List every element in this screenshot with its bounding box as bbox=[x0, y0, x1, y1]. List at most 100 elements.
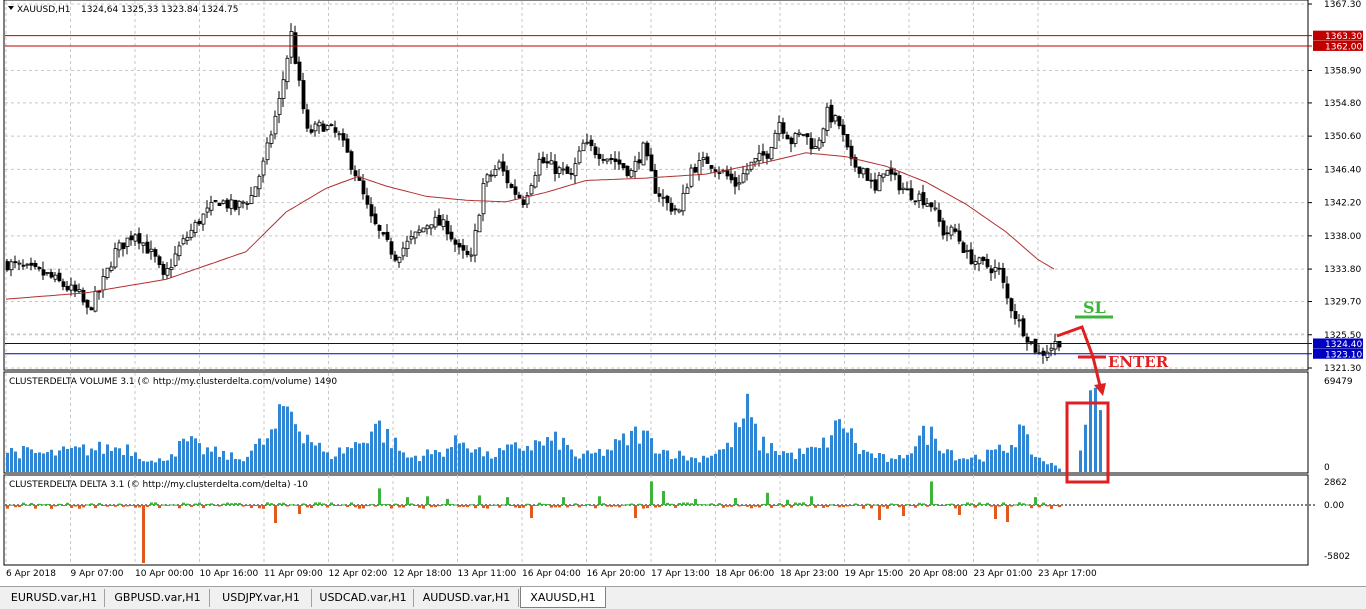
candle-body bbox=[1041, 350, 1046, 356]
delta-bar bbox=[422, 505, 425, 509]
delta-bar bbox=[62, 505, 65, 506]
delta-bar bbox=[870, 505, 873, 509]
volume-bar bbox=[746, 393, 749, 472]
delta-bar bbox=[1022, 503, 1025, 505]
candle-body bbox=[645, 142, 650, 157]
delta-bar bbox=[230, 503, 233, 505]
delta-bar bbox=[1054, 505, 1057, 506]
delta-bar bbox=[498, 505, 501, 508]
candle-body bbox=[205, 207, 210, 213]
volume-bar bbox=[542, 445, 545, 472]
price-tick-label: 1367.30 bbox=[1324, 0, 1361, 10]
delta-bar bbox=[858, 505, 861, 506]
time-tick-label: 16 Apr 20:00 bbox=[587, 569, 646, 579]
delta-bar bbox=[286, 505, 289, 507]
volume-bar bbox=[118, 448, 121, 472]
tab-usdjpy[interactable]: USDJPY.var,H1 bbox=[211, 589, 312, 607]
delta-bar bbox=[954, 505, 957, 509]
candle-body bbox=[825, 106, 830, 131]
tab-xauusd[interactable]: XAUUSD,H1 bbox=[520, 587, 606, 608]
candle-body bbox=[409, 235, 414, 240]
delta-bar bbox=[526, 503, 529, 505]
delta-bar bbox=[606, 505, 609, 507]
tab-eurusd[interactable]: EURUSD.var,H1 bbox=[4, 589, 105, 607]
price-tick-label: 1325.50 bbox=[1324, 331, 1361, 341]
delta-bar bbox=[634, 505, 637, 518]
delta-bar bbox=[786, 499, 789, 505]
delta-bar bbox=[182, 502, 185, 505]
volume-bar bbox=[582, 453, 585, 472]
price-level-label: 1323.10 bbox=[1325, 350, 1362, 360]
volume-bar bbox=[966, 459, 969, 472]
tab-usdcad[interactable]: USDCAD.var,H1 bbox=[313, 589, 414, 607]
volume-bar bbox=[150, 460, 153, 472]
volume-bar bbox=[698, 462, 701, 472]
delta-bar bbox=[350, 502, 353, 505]
volume-bar bbox=[226, 459, 229, 472]
delta-bar bbox=[850, 505, 853, 506]
candle-body bbox=[565, 166, 570, 174]
candle-body bbox=[325, 125, 330, 130]
price-level-label: 1362.00 bbox=[1325, 42, 1362, 52]
price-chart[interactable]: 1363.301362.00 1324.401323.10 1367.30 1358… bbox=[0, 0, 1366, 608]
candle-body bbox=[725, 170, 730, 177]
tab-gbpusd[interactable]: GBPUSD.var,H1 bbox=[106, 589, 210, 607]
delta-bar bbox=[662, 491, 665, 505]
volume-bar bbox=[934, 438, 937, 472]
candle-body bbox=[993, 267, 998, 272]
volume-bar bbox=[110, 450, 113, 472]
volume-bar bbox=[502, 450, 505, 472]
candle-body bbox=[1017, 319, 1022, 322]
candle-body bbox=[613, 158, 618, 162]
delta-bar bbox=[386, 504, 389, 506]
delta-bar bbox=[398, 505, 401, 508]
delta-bar bbox=[258, 505, 261, 509]
candle-body bbox=[113, 248, 118, 268]
candle-body bbox=[753, 157, 758, 163]
candle-body bbox=[797, 132, 802, 135]
candle-body bbox=[709, 165, 714, 169]
delta-bar bbox=[490, 504, 493, 506]
candle-body bbox=[485, 174, 490, 183]
time-tick-label: 18 Apr 06:00 bbox=[716, 569, 775, 579]
candle-body bbox=[229, 199, 234, 209]
candle-body bbox=[57, 272, 62, 282]
candle-body bbox=[501, 161, 506, 172]
candle-body bbox=[921, 192, 926, 206]
delta-bar bbox=[922, 503, 925, 505]
volume-bar bbox=[462, 442, 465, 472]
candle-body bbox=[601, 159, 606, 161]
volume-bar bbox=[54, 455, 57, 472]
candle-body bbox=[893, 172, 898, 176]
candle-body bbox=[649, 154, 654, 172]
delta-bar bbox=[762, 503, 765, 505]
candle-body bbox=[881, 173, 886, 178]
volume-bar bbox=[738, 427, 741, 472]
delta-bar bbox=[418, 505, 421, 508]
delta-bar bbox=[370, 504, 373, 506]
delta-bar bbox=[914, 505, 917, 508]
volume-bar bbox=[722, 449, 725, 472]
delta-bar bbox=[710, 503, 713, 505]
time-tick-label: 10 Apr 16:00 bbox=[200, 569, 259, 579]
candle-body bbox=[801, 133, 806, 136]
candle-body bbox=[389, 241, 394, 255]
delta-bar bbox=[314, 502, 317, 505]
tab-audusd[interactable]: AUDUSD.var,H1 bbox=[415, 589, 519, 607]
delta-bar bbox=[978, 502, 981, 505]
delta-bar bbox=[546, 503, 549, 505]
candle-body bbox=[489, 174, 494, 177]
delta-bar bbox=[570, 505, 573, 507]
volume-bar bbox=[822, 437, 825, 472]
volume-bar bbox=[158, 458, 161, 472]
symbol-tab-bar: EURUSD.var,H1 GBPUSD.var,H1 USDJPY.var,H… bbox=[0, 586, 1366, 609]
candle-body bbox=[89, 307, 94, 311]
candle-body bbox=[417, 229, 422, 233]
volume-bar bbox=[606, 449, 609, 472]
delta-bar bbox=[178, 505, 181, 509]
candle-body bbox=[621, 163, 626, 169]
volume-bar bbox=[546, 437, 549, 472]
volume-bar bbox=[910, 453, 913, 472]
price-tick-label: 1354.80 bbox=[1324, 99, 1361, 109]
volume-bar bbox=[526, 445, 529, 472]
